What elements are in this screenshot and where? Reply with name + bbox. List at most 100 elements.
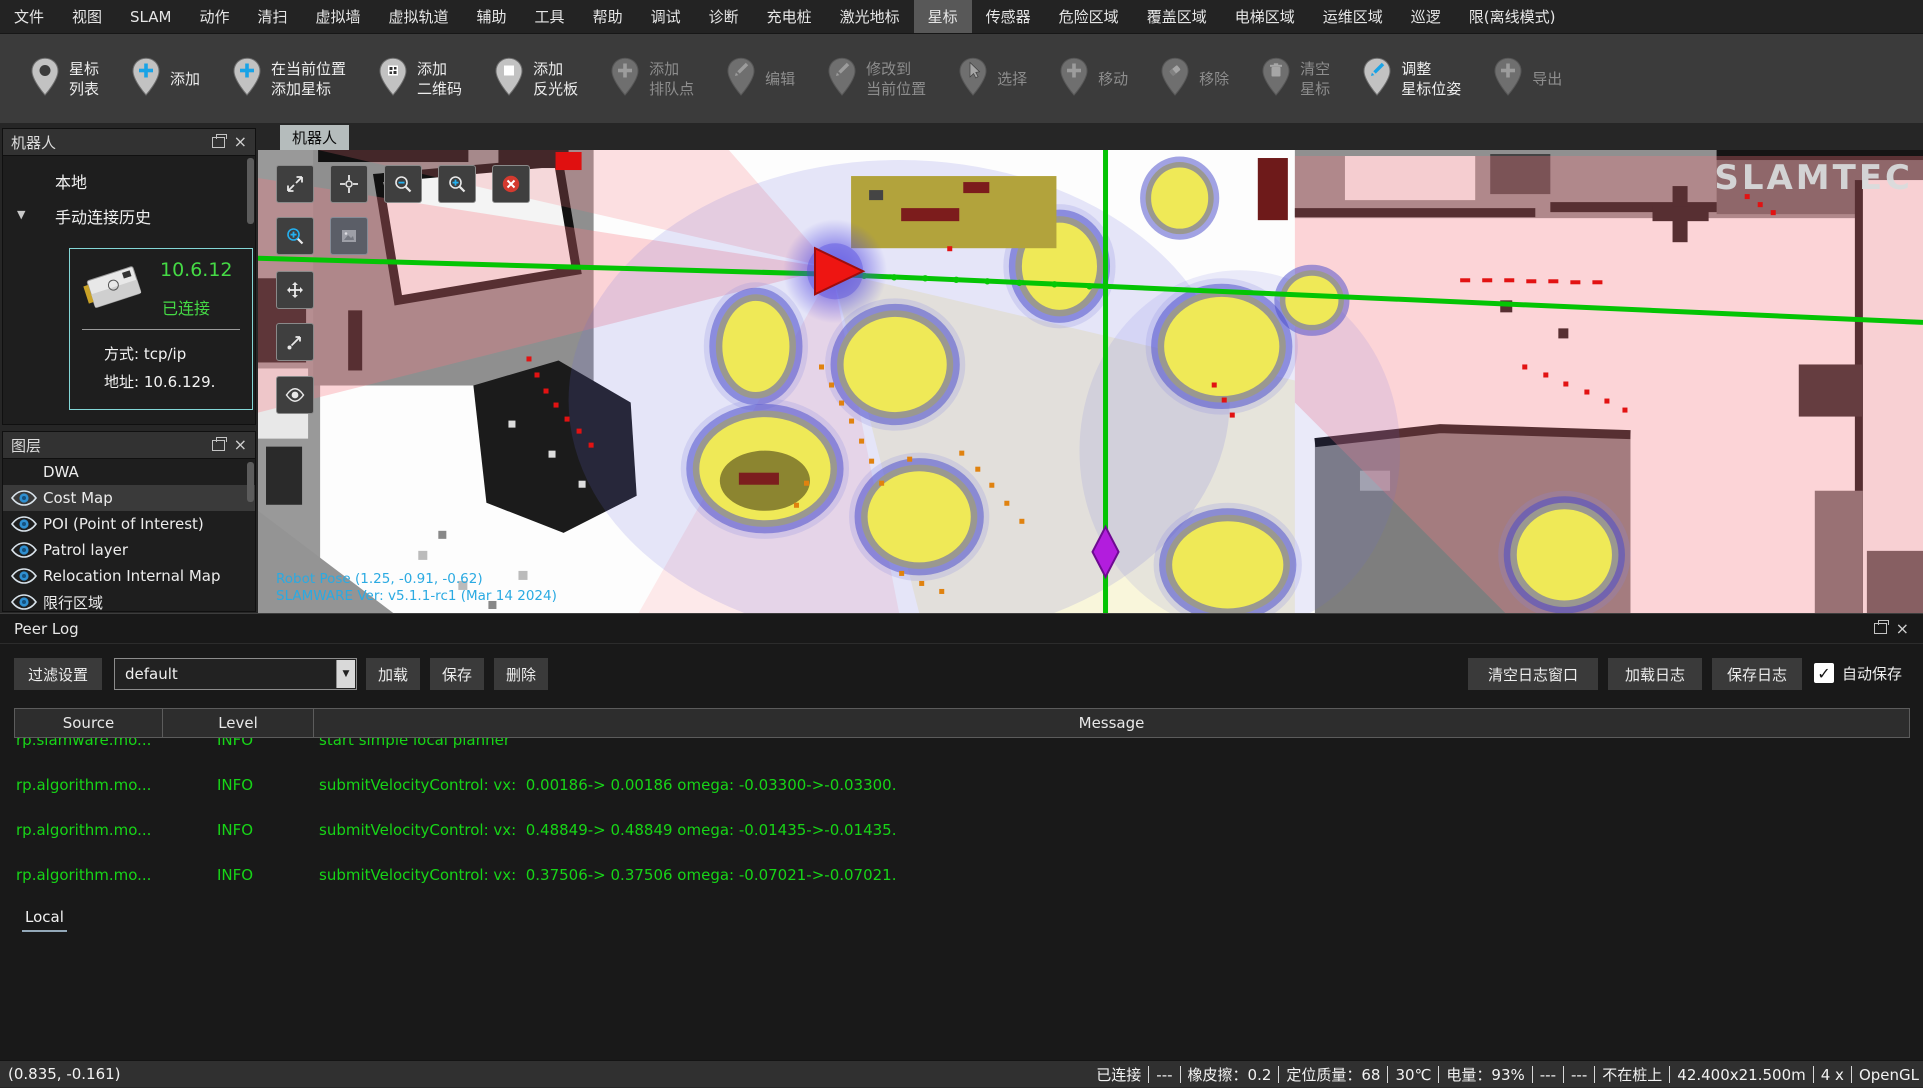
pin-pencil-icon [827,57,857,101]
toolbar-item-12[interactable]: 调整星标位姿 [1362,57,1461,101]
menu-item-3[interactable]: 动作 [185,0,243,33]
layer-row-1[interactable]: Cost Map [3,485,255,511]
menu-item-13[interactable]: 激光地标 [826,0,914,33]
close-panel-icon[interactable]: × [234,437,247,453]
visibility-button[interactable] [276,376,314,414]
load-filter-button[interactable]: 加载 [366,658,420,690]
toolbar-item-6: 编辑 [726,57,795,101]
map-canvas[interactable]: SLAMTEC Robot Pose (1.25, -0.91, -0.62) … [258,150,1923,613]
separator [1148,1066,1149,1083]
menu-item-8[interactable]: 工具 [521,0,579,33]
snapshot-button[interactable] [330,217,368,255]
layers-list: DWACost MapPOI (Point of Interest)Patrol… [3,459,255,611]
peer-log-title: Peer Log [14,620,79,638]
menu-item-19[interactable]: 运维区域 [1309,0,1397,33]
log-column-message[interactable]: Message [313,708,1910,738]
menu-item-17[interactable]: 覆盖区域 [1133,0,1221,33]
zoom-fit-button[interactable] [276,165,314,203]
log-level: INFO [162,776,313,794]
eye-icon[interactable] [11,490,37,506]
menu-item-9[interactable]: 帮助 [579,0,637,33]
separator [1387,1066,1388,1083]
map-tab-robot[interactable]: 机器人 [280,125,349,150]
menu-item-6[interactable]: 虚拟轨道 [375,0,463,33]
log-table-rows: rp.slamware.mo...INFOstart simple local … [14,738,1910,934]
status-segments: 已连接---橡皮擦：0.2定位质量：6830℃电量：93%------不在桩上4… [1096,1061,1919,1088]
menu-item-14[interactable]: 星标 [914,0,972,33]
close-panel-icon[interactable]: × [1896,621,1909,637]
eye-icon[interactable] [11,568,37,584]
pin-qr-icon [378,57,408,101]
menu-item-16[interactable]: 危险区域 [1045,0,1133,33]
toolbar-item-3[interactable]: 添加二维码 [378,57,462,101]
pan-button[interactable] [276,271,314,309]
log-source: rp.algorithm.mo... [14,776,162,794]
autosave-checkbox[interactable]: ✓ [1814,663,1834,683]
zoom-region-button[interactable] [276,217,314,255]
close-panel-icon[interactable]: × [234,134,247,150]
tree-item-history[interactable]: 手动连接历史 [55,204,151,228]
eye-icon[interactable] [11,542,37,558]
layer-row-0[interactable]: DWA [3,459,255,485]
menu-item-12[interactable]: 充电桩 [753,0,826,33]
menu-item-5[interactable]: 虚拟墙 [302,0,375,33]
pin-cursor-icon [958,57,988,101]
center-view-button[interactable] [330,165,368,203]
chevron-down-icon[interactable]: ▼ [336,660,355,688]
robot-connection-card[interactable]: 10.6.12 已连接 方式: tcp/ip 地址: 10.6.129. [69,248,253,410]
float-panel-icon[interactable] [212,137,225,148]
layer-row-2[interactable]: POI (Point of Interest) [3,511,255,537]
tree-item-local[interactable]: 本地 [55,169,87,193]
log-row-1[interactable]: rp.algorithm.mo...INFOsubmitVelocityCont… [14,762,1910,807]
filter-settings-button[interactable]: 过滤设置 [14,658,102,690]
zoom-in-button[interactable] [438,165,476,203]
close-map-button[interactable] [492,165,530,203]
menu-item-4[interactable]: 清扫 [243,0,301,33]
clear-log-window-button[interactable]: 清空日志窗口 [1468,658,1598,690]
log-column-source[interactable]: Source [14,708,162,738]
scrollbar[interactable] [247,462,254,502]
eye-icon[interactable] [11,516,37,532]
menu-item-10[interactable]: 调试 [637,0,695,33]
toolbar-item-0[interactable]: 星标列表 [30,57,99,101]
layer-row-3[interactable]: Patrol layer [3,537,255,563]
log-row-2[interactable]: rp.algorithm.mo...INFOsubmitVelocityCont… [14,807,1910,852]
menu-item-1[interactable]: 视图 [58,0,116,33]
delete-filter-button[interactable]: 删除 [494,658,548,690]
menu-item-11[interactable]: 诊断 [695,0,753,33]
toolbar-item-2[interactable]: 在当前位置添加星标 [232,57,346,101]
card-divider [82,329,240,330]
save-log-button[interactable]: 保存日志 [1712,658,1802,690]
layer-label: 限行区域 [43,592,103,612]
log-column-level[interactable]: Level [162,708,313,738]
menu-item-21[interactable]: 限(离线模式) [1455,0,1570,33]
menu-item-2[interactable]: SLAM [116,0,185,33]
slamware-version-text: SLAMWARE Ver: v5.1.1-rc1 (Mar 14 2024) [276,588,557,605]
menu-item-15[interactable]: 传感器 [972,0,1045,33]
toolbar-item-1[interactable]: 添加 [131,57,200,101]
status-segment-0: 已连接 [1096,1064,1141,1085]
layer-row-5[interactable]: 限行区域 [3,589,255,611]
layers-panel-title: 图层 [11,435,41,456]
status-segment-10: 4 x [1821,1066,1844,1084]
toolbar-item-4[interactable]: 添加反光板 [494,57,578,101]
menu-item-0[interactable]: 文件 [0,0,58,33]
toolbar-item-label: 调整星标位姿 [1401,59,1461,99]
eye-icon[interactable] [11,594,37,610]
log-row-0[interactable]: rp.slamware.mo...INFOstart simple local … [14,738,1910,762]
menu-item-18[interactable]: 电梯区域 [1221,0,1309,33]
float-panel-icon[interactable] [1874,623,1887,634]
menu-item-20[interactable]: 巡逻 [1397,0,1455,33]
scrollbar[interactable] [247,158,254,224]
toolbar-item-label: 添加二维码 [417,59,462,99]
zoom-out-button[interactable] [384,165,422,203]
float-panel-icon[interactable] [212,440,225,451]
layer-row-4[interactable]: Relocation Internal Map [3,563,255,589]
load-log-button[interactable]: 加载日志 [1608,658,1702,690]
save-filter-button[interactable]: 保存 [430,658,484,690]
measure-button[interactable] [276,323,314,361]
menu-item-7[interactable]: 辅助 [463,0,521,33]
log-row-3[interactable]: rp.algorithm.mo...INFOsubmitVelocityCont… [14,852,1910,897]
chevron-down-icon[interactable]: ▼ [17,208,25,221]
filter-profile-select[interactable]: default ▼ [114,658,357,690]
